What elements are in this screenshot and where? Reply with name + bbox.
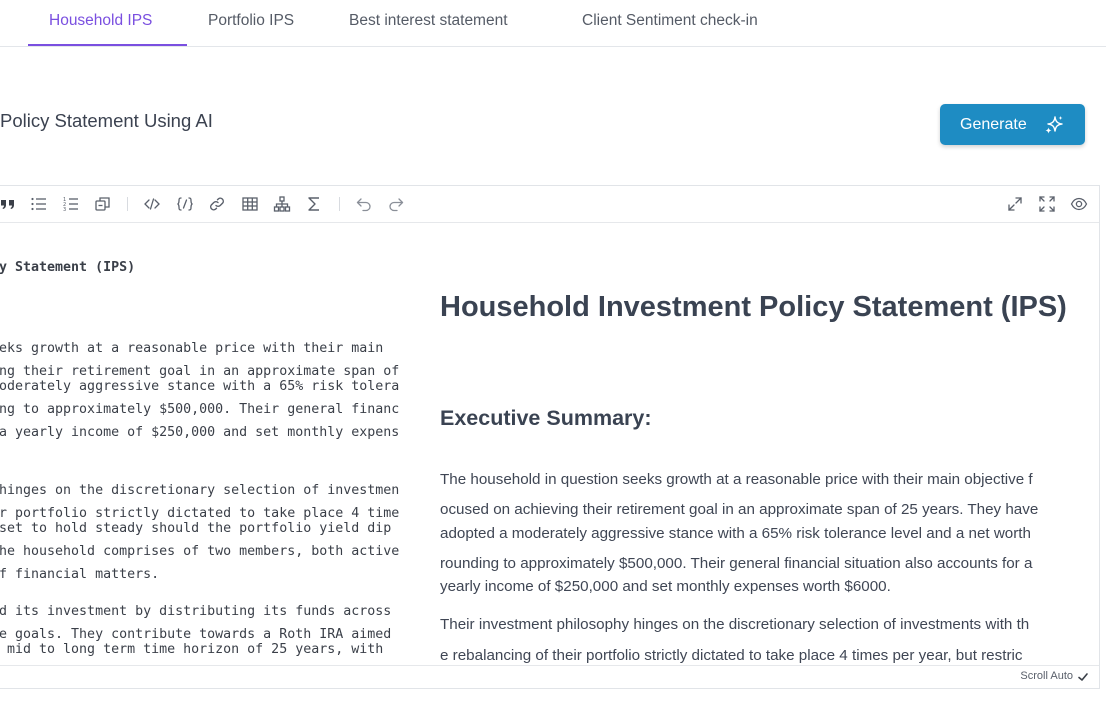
tab-client-sentiment-check-in[interactable]: Client Sentiment check-in [582, 12, 758, 30]
preview-title: Household Investment Policy Statement (I… [440, 291, 1067, 323]
editor-status-bar: Scroll Auto [0, 665, 1099, 688]
source-line: r portfolio strictly dictated to take pl… [0, 506, 400, 521]
preview-section-heading: Executive Summary: [440, 406, 652, 430]
toolbar-separator [127, 197, 128, 211]
tab-portfolio-ips[interactable]: Portfolio IPS [208, 12, 294, 30]
preview-paragraph-line: Their investment philosophy hinges on th… [440, 616, 1030, 633]
source-line: eks growth at a reasonable price with th… [0, 341, 384, 356]
table-icon[interactable] [241, 195, 259, 213]
check-icon [1078, 673, 1088, 681]
sparkle-icon [1045, 116, 1063, 134]
active-tab-indicator [28, 44, 187, 46]
source-line: set to hold steady should the portfolio … [0, 521, 392, 536]
redo-icon[interactable] [387, 195, 405, 213]
source-line: e goals. They contribute towards a Roth … [0, 627, 392, 642]
tab-bar: Household IPS Portfolio IPS Best interes… [0, 0, 1106, 47]
generate-button-label: Generate [960, 116, 1027, 133]
quote-icon[interactable] [0, 195, 17, 213]
markdown-source-pane[interactable]: y Statement (IPS) eks growth at a reason… [0, 223, 421, 667]
page-title: Policy Statement Using AI [0, 110, 213, 131]
preview-paragraph-line: adopted a moderately aggressive stance w… [440, 525, 1031, 542]
svg-text:3: 3 [63, 207, 66, 213]
preview-eye-icon[interactable] [1070, 195, 1088, 213]
code-block-icon[interactable] [176, 195, 194, 213]
toolbar-separator [339, 197, 340, 211]
undo-icon[interactable] [355, 195, 373, 213]
source-line: d its investment by distributing its fun… [0, 604, 392, 619]
source-line: a yearly income of $250,000 and set mont… [0, 425, 400, 440]
preview-paragraph-line: yearly income of $250,000 and set monthl… [440, 578, 891, 595]
generate-button[interactable]: Generate [940, 104, 1085, 145]
rendered-preview-pane[interactable]: Household Investment Policy Statement (I… [440, 223, 1080, 667]
bullet-list-icon[interactable] [30, 195, 48, 213]
diagram-icon[interactable] [273, 195, 291, 213]
source-line: ng their retirement goal in an approxima… [0, 364, 400, 379]
preview-paragraph-line: The household in question seeks growth a… [440, 471, 1033, 488]
markdown-editor: 123 y Statement (IPS) eks growth at a re… [0, 185, 1100, 689]
link-icon[interactable] [208, 195, 226, 213]
source-line: f financial matters. [0, 567, 160, 582]
fullscreen-icon[interactable] [1038, 195, 1056, 213]
numbered-list-icon[interactable]: 123 [62, 195, 80, 213]
copy-icon[interactable] [94, 195, 112, 213]
preview-paragraph-line: rounding to approximately $500,000. Thei… [440, 555, 1033, 572]
preview-paragraph-line: e rebalancing of their portfolio strictl… [440, 647, 1023, 664]
scroll-auto-toggle[interactable]: Scroll Auto [1020, 670, 1073, 682]
formula-icon[interactable] [305, 195, 323, 213]
source-line: ng to approximately $500,000. Their gene… [0, 402, 400, 417]
source-line: hinges on the discretionary selection of… [0, 483, 400, 498]
source-line: mid to long term time horizon of 25 year… [0, 642, 384, 657]
expand-icon[interactable] [1006, 195, 1024, 213]
editor-toolbar: 123 [0, 186, 1099, 223]
source-line: y Statement (IPS) [0, 260, 136, 275]
code-icon[interactable] [143, 195, 161, 213]
tab-best-interest-statement[interactable]: Best interest statement [349, 12, 508, 30]
source-line: oderately aggressive stance with a 65% r… [0, 379, 400, 394]
source-line: he household comprises of two members, b… [0, 544, 400, 559]
preview-paragraph-line: ocused on achieving their retirement goa… [440, 501, 1039, 518]
tab-household-ips[interactable]: Household IPS [49, 12, 152, 30]
